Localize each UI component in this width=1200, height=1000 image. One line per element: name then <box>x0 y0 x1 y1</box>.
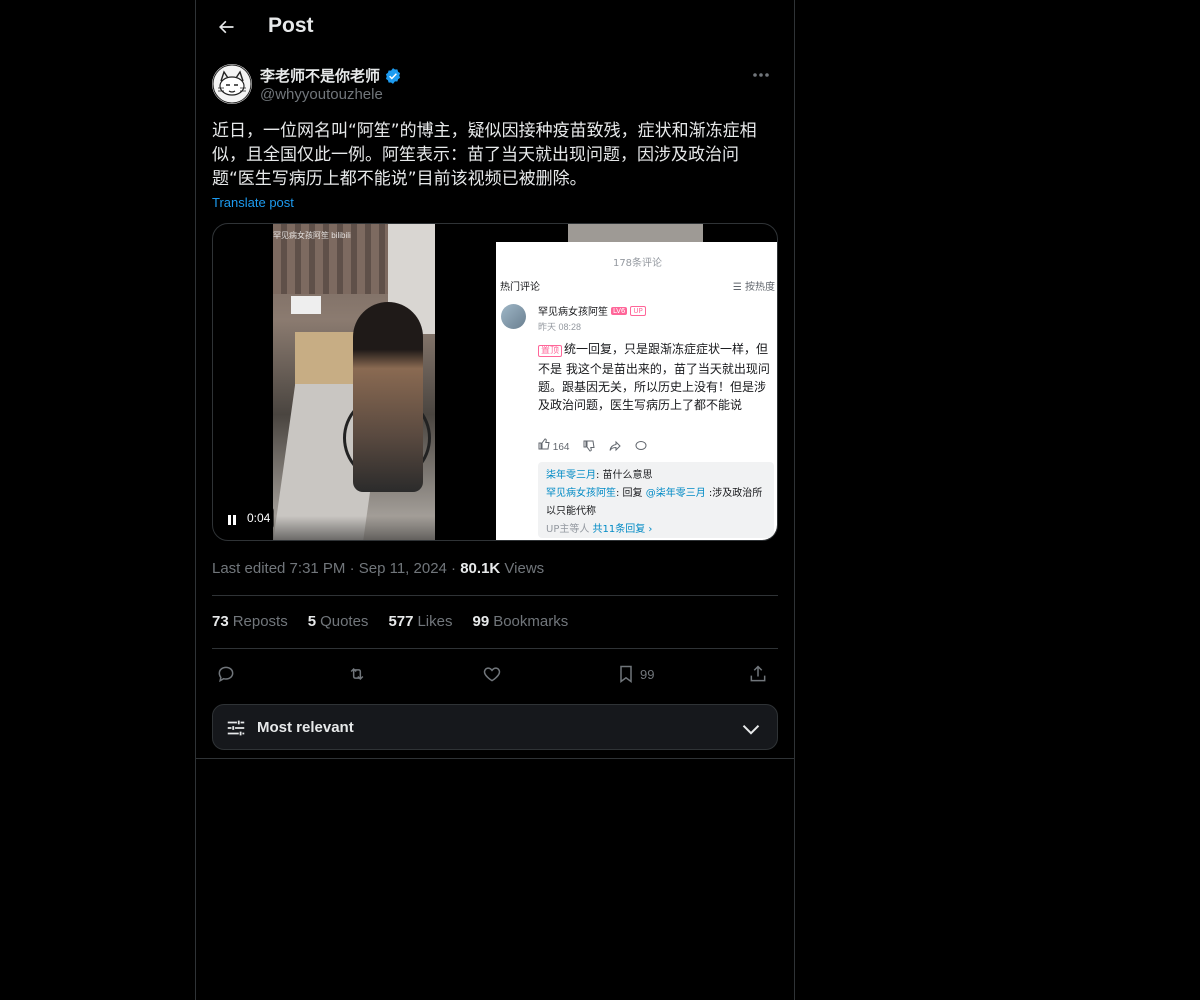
reply-2-user: 罕见病女孩阿笙 <box>546 488 616 499</box>
comment-count: 178条评论 <box>612 258 663 269</box>
reply-2-target: @柒年零三月 <box>645 488 706 499</box>
sliders-icon <box>227 720 245 736</box>
reply-2: 罕见病女孩阿笙: 回复 @柒年零三月 :涉及政治所以只能代称 <box>546 485 766 521</box>
divider <box>212 595 778 596</box>
thumbs-up-icon <box>538 438 550 450</box>
comment-bubble-icon <box>635 440 647 450</box>
pinned-badge: 置顶 <box>538 345 563 357</box>
views-label: Views <box>500 560 545 577</box>
reposts-count: 73 <box>212 613 229 630</box>
comment-like-count: 164 <box>552 442 570 453</box>
bookmarks-label: Bookmarks <box>493 613 569 630</box>
share-arrow-icon <box>609 440 622 451</box>
reposts-stat[interactable]: 73 Reposts <box>212 613 288 630</box>
video-frame-hospital: 罕见病女孩阿笙 bilibili <box>273 224 435 540</box>
reply-1-user: 柒年零三月 <box>546 470 596 481</box>
avatar[interactable] <box>212 64 252 104</box>
cat-avatar-icon <box>212 64 252 104</box>
views-count: 80.1K <box>460 560 501 577</box>
commenter-name-text: 罕见病女孩阿笙 <box>538 307 608 318</box>
person-in-wheelchair <box>353 302 423 492</box>
embedded-video-controls <box>273 516 435 540</box>
screenshot-top-strip <box>568 224 703 242</box>
commenter-avatar <box>501 304 526 329</box>
action-bar: 99 <box>212 660 778 688</box>
post-author: 李老师不是你老师 @whyyoutouzhele <box>212 64 778 108</box>
more-options-button[interactable] <box>744 64 778 86</box>
pause-icon <box>228 515 236 525</box>
bedside-cabinet <box>295 332 357 392</box>
comment-actions: 164 <box>538 438 647 453</box>
main-column: Post 李老师不是你老师 @whyyoutouzhele 近日，一位网名叫“阿… <box>195 0 795 1000</box>
likes-count: 577 <box>388 613 414 630</box>
bookmarks-count: 99 <box>472 613 490 630</box>
comment-like: 164 <box>538 438 569 453</box>
thumbs-down-icon <box>583 440 596 452</box>
bookmark-icon <box>620 665 632 683</box>
up-badge: UP <box>630 305 646 316</box>
heart-icon <box>483 667 501 682</box>
display-name[interactable]: 李老师不是你老师 <box>260 65 402 86</box>
commenter-name: 罕见病女孩阿笙 LV6 UP <box>538 303 646 318</box>
reply-icon <box>218 666 234 683</box>
wall-sign <box>291 296 321 314</box>
comment-screenshot: 178条评论 热门评论 ☰ 按热度 罕见病女孩阿笙 LV6 UP 昨天 08:2… <box>496 242 777 540</box>
pause-button[interactable] <box>225 513 239 527</box>
chevron-down-icon <box>742 724 760 735</box>
edited-timestamp[interactable]: Last edited 7:31 PM · Sep 11, 2024 · <box>212 560 460 577</box>
like-button[interactable] <box>482 660 502 688</box>
reply-more: UP主等人 共11条回复 › <box>546 521 766 539</box>
divider <box>212 648 778 649</box>
level-badge: LV6 <box>611 306 628 315</box>
more-dots-icon <box>753 73 769 77</box>
reply-more-link: 共11条回复 › <box>592 524 653 535</box>
repost-icon <box>350 667 364 681</box>
display-name-text: 李老师不是你老师 <box>260 68 381 85</box>
comment-body: 置顶 统一回复，只是跟渐冻症症状一样，但不是 我这个是苗出来的，苗了当天就出现问题… <box>538 340 774 414</box>
reply-more-prefix: UP主等人 <box>546 524 593 535</box>
share-button[interactable] <box>748 660 768 688</box>
quotes-stat[interactable]: 5 Quotes <box>308 613 369 630</box>
post-meta: Last edited 7:31 PM · Sep 11, 2024 · 80.… <box>212 560 544 577</box>
likes-label: Likes <box>417 613 453 630</box>
reply-1: 柒年零三月: 苗什么意思 <box>546 467 766 485</box>
reply-2-mid: : 回复 <box>616 488 646 499</box>
bookmarks-stat[interactable]: 99 Bookmarks <box>473 613 569 630</box>
sort-label: Most relevant <box>257 719 354 736</box>
sort-by-heat: ☰ 按热度 <box>732 282 775 293</box>
page-title: Post <box>268 14 314 37</box>
reply-1-text: : 苗什么意思 <box>596 470 653 481</box>
video-player[interactable]: 罕见病女孩阿笙 bilibili 178条评论 热门评论 ☰ 按热度 罕见病女孩… <box>212 223 778 541</box>
bookmark-count: 99 <box>640 666 655 682</box>
divider <box>196 758 794 759</box>
user-handle[interactable]: @whyyoutouzhele <box>260 86 383 103</box>
video-watermark: 罕见病女孩阿笙 bilibili <box>273 231 351 240</box>
bookmark-button[interactable]: 99 <box>616 660 654 688</box>
reply-sort-dropdown[interactable]: Most relevant <box>212 704 778 750</box>
translate-post-link[interactable]: Translate post <box>212 195 294 210</box>
header: Post <box>196 0 794 54</box>
hot-comments-label: 热门评论 <box>500 282 540 293</box>
quotes-label: Quotes <box>320 613 369 630</box>
comment-text: 统一回复，只是跟渐冻症症状一样，但不是 我这个是苗出来的，苗了当天就出现问题。跟… <box>538 342 770 412</box>
verified-badge-icon <box>385 67 401 84</box>
repost-button[interactable] <box>346 660 368 688</box>
reposts-label: Reposts <box>232 613 288 630</box>
post-text: 近日，一位网名叫“阿笙”的博主，疑似因接种疫苗致残，症状和渐冻症相似，且全国仅此… <box>212 121 757 189</box>
reply-box: 柒年零三月: 苗什么意思 罕见病女孩阿笙: 回复 @柒年零三月 :涉及政治所以只… <box>538 462 774 538</box>
quotes-count: 5 <box>307 613 317 630</box>
reply-button[interactable] <box>216 660 236 688</box>
engagement-stats: 73 Reposts 5 Quotes 577 Likes 99 Bookmarks <box>212 613 568 630</box>
comment-time: 昨天 08:28 <box>538 322 582 332</box>
arrow-left-icon <box>219 20 234 34</box>
likes-stat[interactable]: 577 Likes <box>388 613 452 630</box>
video-timecode: 0:04 <box>243 507 275 529</box>
back-button[interactable] <box>208 9 244 45</box>
share-icon <box>750 665 766 682</box>
